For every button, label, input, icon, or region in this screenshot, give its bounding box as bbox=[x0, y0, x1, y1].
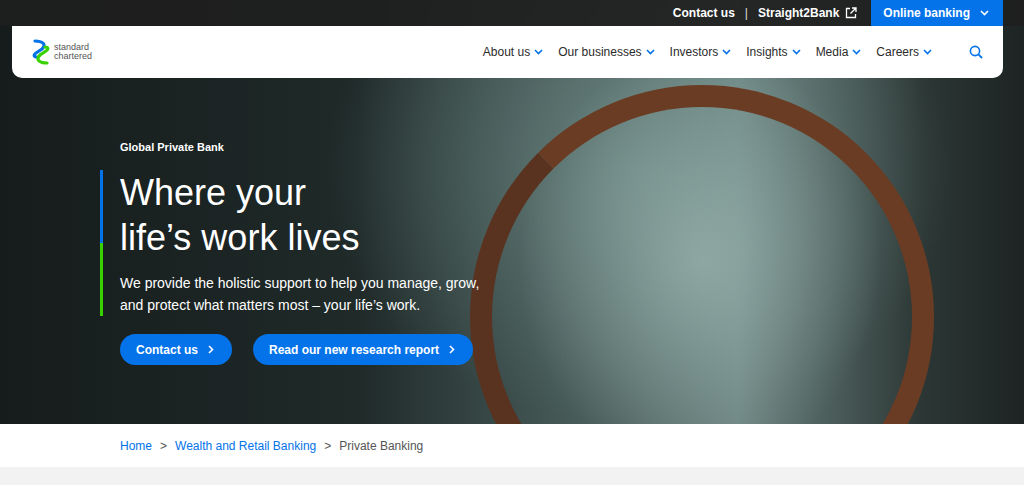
hero-title: Where yourlife’s work lives bbox=[120, 170, 479, 260]
chevron-down-icon bbox=[646, 49, 655, 55]
nav-item[interactable]: Media bbox=[816, 45, 862, 59]
title-line: Where your bbox=[120, 170, 479, 215]
accent-blue bbox=[100, 170, 103, 243]
hero-eyebrow: Global Private Bank bbox=[120, 140, 1024, 154]
nav-items: About us Our businesses Investors Insights M… bbox=[483, 45, 983, 59]
chevron-right-icon bbox=[449, 345, 455, 354]
nav-item[interactable]: Careers bbox=[876, 45, 932, 59]
chevron-down-icon bbox=[923, 49, 932, 55]
logo[interactable]: standardchartered bbox=[32, 39, 92, 65]
nav-item-label: Insights bbox=[746, 45, 787, 59]
breadcrumb-separator: > bbox=[160, 439, 167, 453]
nav-item[interactable]: Our businesses bbox=[558, 45, 654, 59]
logo-text: standardchartered bbox=[54, 43, 92, 61]
button-label: Read our new research report bbox=[269, 343, 439, 357]
search-icon bbox=[969, 45, 983, 59]
contact-button[interactable]: Contact us bbox=[120, 334, 232, 365]
accent-bar bbox=[100, 170, 103, 316]
nav-item[interactable]: About us bbox=[483, 45, 543, 59]
description-line: We provide the holistic support to help … bbox=[120, 272, 479, 294]
hero-banner: Contact us | Straight2Bank Online banking st… bbox=[0, 0, 1024, 424]
breadcrumb-item: Private Banking bbox=[339, 439, 423, 453]
separator: | bbox=[745, 6, 748, 20]
nav-item-label: About us bbox=[483, 45, 530, 59]
external-link-icon bbox=[845, 7, 857, 19]
breadcrumb: Home > Wealth and Retail Banking > Private B… bbox=[0, 424, 1024, 467]
nav-item-label: Investors bbox=[670, 45, 719, 59]
button-label: Contact us bbox=[136, 343, 198, 357]
chevron-down-icon bbox=[980, 10, 989, 16]
description-line: and protect what matters most – your lif… bbox=[120, 294, 479, 316]
nav-item[interactable]: Insights bbox=[746, 45, 800, 59]
site-header: Contact us | Straight2Bank Online banking st… bbox=[0, 0, 1024, 78]
straight2bank-link[interactable]: Straight2Bank bbox=[758, 6, 857, 20]
breadcrumb-item[interactable]: Home bbox=[120, 439, 152, 453]
logo-line: chartered bbox=[54, 52, 92, 61]
straight2bank-label: Straight2Bank bbox=[758, 6, 839, 20]
hero-image bbox=[470, 85, 934, 424]
hero-text: Where yourlife’s work lives We provide th… bbox=[120, 170, 1024, 316]
online-banking-label: Online banking bbox=[883, 6, 970, 20]
search-button[interactable] bbox=[969, 45, 983, 59]
chevron-down-icon bbox=[534, 49, 543, 55]
research-report-button[interactable]: Read our new research report bbox=[253, 334, 473, 365]
online-banking-button[interactable]: Online banking bbox=[871, 0, 1003, 26]
contact-link[interactable]: Contact us bbox=[673, 6, 735, 20]
logo-icon bbox=[32, 39, 50, 65]
hero-text-column: Where yourlife’s work lives We provide th… bbox=[120, 170, 479, 316]
accent-green bbox=[100, 243, 103, 316]
title-line: life’s work lives bbox=[120, 215, 479, 260]
main-nav: standardchartered About us Our businesses I… bbox=[12, 26, 1003, 78]
contact-label: Contact us bbox=[673, 6, 735, 20]
chevron-down-icon bbox=[852, 49, 861, 55]
breadcrumb-item[interactable]: Wealth and Retail Banking bbox=[175, 439, 316, 453]
nav-item[interactable]: Investors bbox=[670, 45, 732, 59]
chevron-down-icon bbox=[722, 49, 731, 55]
logo-line: standard bbox=[54, 43, 92, 52]
top-bar: Contact us | Straight2Bank Online banking bbox=[0, 0, 1024, 26]
hero-description: We provide the holistic support to help … bbox=[120, 272, 479, 316]
nav-item-label: Our businesses bbox=[558, 45, 641, 59]
chevron-right-icon bbox=[208, 345, 214, 354]
chevron-down-icon bbox=[792, 49, 801, 55]
breadcrumb-separator: > bbox=[324, 439, 331, 453]
hero-buttons: Contact us Read our new research report bbox=[120, 334, 1024, 365]
nav-item-label: Media bbox=[816, 45, 849, 59]
nav-item-label: Careers bbox=[876, 45, 919, 59]
